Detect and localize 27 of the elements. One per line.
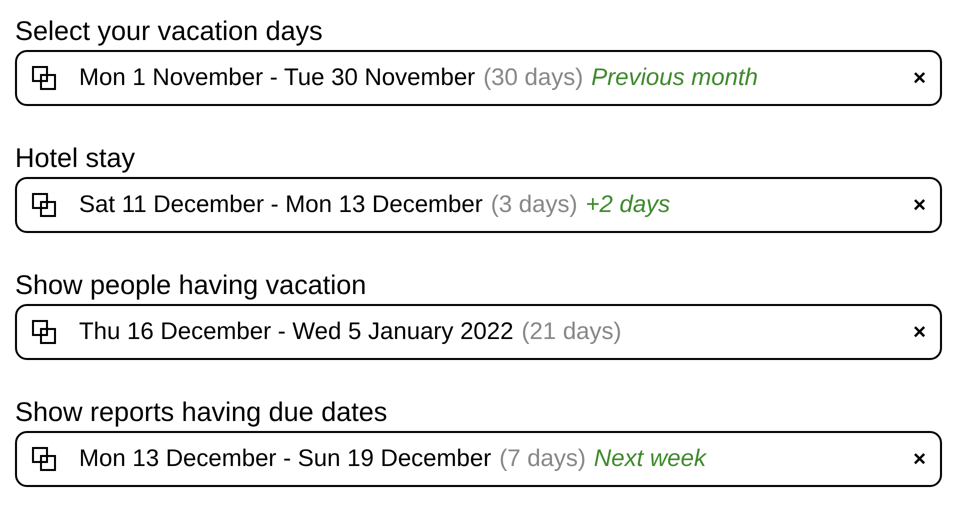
date-range-value: Sat 11 December - Mon 13 December [79,190,483,220]
range-hint: +2 days [585,190,670,220]
calendar-icon [31,192,57,218]
calendar-icon [31,319,57,345]
clear-button[interactable]: × [913,194,926,216]
date-range-field[interactable]: Mon 1 November - Tue 30 November (30 days) Previous month × [15,50,942,106]
range-hint: Previous month [591,63,758,93]
clear-button[interactable]: × [913,321,926,343]
date-range-value: Thu 16 December - Wed 5 January 2022 [79,317,514,347]
date-range-value: Mon 1 November - Tue 30 November [79,63,476,93]
duration-text: (21 days) [521,317,622,347]
date-range-field[interactable]: Thu 16 December - Wed 5 January 2022 (21 days) × [15,304,942,360]
date-range-field[interactable]: Sat 11 December - Mon 13 December (3 days) +2 days × [15,177,942,233]
date-range-value: Mon 13 December - Sun 19 December [79,444,492,474]
range-hint: Next week [594,444,706,474]
calendar-icon [31,446,57,472]
clear-button[interactable]: × [913,67,926,89]
duration-text: (30 days) [483,63,584,93]
field-label: Hotel stay [15,142,136,175]
date-range-field[interactable]: Mon 13 December - Sun 19 December (7 days) Next week × [15,431,942,487]
duration-text: (3 days) [490,190,578,220]
clear-button[interactable]: × [913,448,926,470]
calendar-icon [31,65,57,91]
field-label: Show people having vacation [15,269,366,302]
duration-text: (7 days) [499,444,586,474]
field-label: Show reports having due dates [15,396,388,429]
field-label: Select your vacation days [15,15,323,48]
